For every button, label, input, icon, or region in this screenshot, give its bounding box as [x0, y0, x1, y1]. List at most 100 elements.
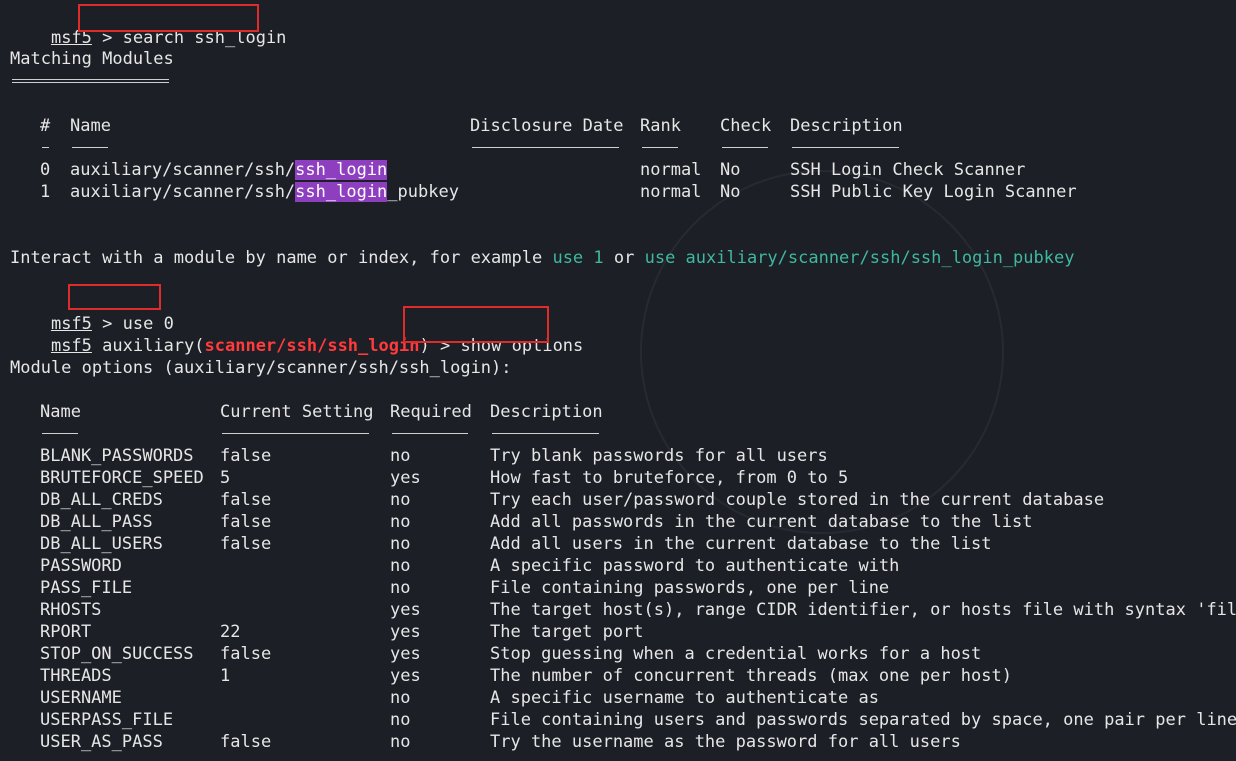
option-setting: false — [220, 732, 272, 752]
option-setting: 22 — [220, 622, 241, 642]
option-setting: 5 — [220, 468, 231, 488]
underline-name — [72, 147, 108, 148]
prompt-line-use: msf5 > use 0 — [10, 291, 174, 334]
hint-command-name: use auxiliary/scanner/ssh/ssh_login_pubk… — [644, 248, 1075, 268]
underline-description — [792, 147, 899, 148]
option-required: yes — [390, 666, 421, 686]
search-col-index: # — [40, 116, 51, 136]
option-description: Try the username as the password for all… — [490, 732, 961, 752]
option-required: no — [390, 446, 411, 466]
option-setting: false — [220, 490, 272, 510]
underline-rank — [642, 147, 678, 148]
search-col-rank: Rank — [640, 116, 681, 136]
option-name: DB_ALL_PASS — [40, 512, 153, 532]
option-description: Try each user/password couple stored in … — [490, 490, 1105, 510]
matching-modules-title: Matching Modules — [10, 49, 174, 69]
option-required: no — [390, 688, 411, 708]
option-required: yes — [390, 644, 421, 664]
option-name: USER_AS_PASS — [40, 732, 163, 752]
row-index: 1 — [40, 182, 51, 202]
option-description: Try blank passwords for all users — [490, 446, 828, 466]
option-description: File containing passwords, one per line — [490, 578, 890, 598]
option-description: How fast to bruteforce, from 0 to 5 — [490, 468, 849, 488]
option-description: Add all passwords in the current databas… — [490, 512, 1033, 532]
option-description: The number of concurrent threads (max on… — [490, 666, 1012, 686]
option-description: The target host(s), range CIDR identifie… — [490, 600, 1236, 620]
options-col-current-setting: Current Setting — [220, 402, 374, 422]
title-double-underline — [12, 79, 169, 83]
search-match-highlight: ssh_login — [295, 182, 388, 202]
option-required: yes — [390, 600, 421, 620]
row-index: 0 — [40, 160, 51, 180]
underline-opt-required — [392, 433, 468, 434]
option-name: BLANK_PASSWORDS — [40, 446, 194, 466]
search-col-name: Name — [70, 116, 111, 136]
module-options-title: Module options (auxiliary/scanner/ssh/ss… — [10, 358, 512, 378]
option-description: A specific username to authenticate as — [490, 688, 879, 708]
row-check: No — [720, 160, 741, 180]
option-required: no — [390, 710, 411, 730]
prompt-line-show-options: msf5 auxiliary(scanner/ssh/ssh_login) > … — [50, 336, 584, 356]
option-name: USERNAME — [40, 688, 122, 708]
row-module-name: auxiliary/scanner/ssh/ssh_login — [70, 160, 388, 180]
underline-index — [42, 147, 49, 148]
row-description: SSH Login Check Scanner — [790, 160, 1026, 180]
underline-date — [472, 147, 619, 148]
option-description: File containing users and passwords sepa… — [490, 710, 1236, 730]
row-check: No — [720, 182, 741, 202]
row-rank: normal — [640, 182, 702, 202]
active-module-name: scanner/ssh/ssh_login — [204, 336, 420, 356]
search-col-description: Description — [790, 116, 903, 136]
search-match-highlight: ssh_login — [295, 160, 388, 180]
prompt-arrow: > — [439, 336, 451, 356]
underline-opt-name — [42, 433, 78, 434]
option-required: no — [390, 556, 411, 576]
option-name: DB_ALL_CREDS — [40, 490, 163, 510]
underline-check — [722, 147, 768, 148]
underline-opt-description — [492, 433, 599, 434]
option-required: yes — [390, 622, 421, 642]
command-show-options: show options — [460, 336, 584, 356]
option-required: yes — [390, 468, 421, 488]
options-col-required: Required — [390, 402, 472, 422]
option-setting: false — [220, 644, 272, 664]
option-required: no — [390, 732, 411, 752]
option-description: A specific password to authenticate with — [490, 556, 900, 576]
option-name: BRUTEFORCE_SPEED — [40, 468, 204, 488]
option-setting: false — [220, 512, 272, 532]
underline-opt-setting — [222, 433, 369, 434]
option-required: no — [390, 534, 411, 554]
command-search: search ssh_login — [122, 28, 287, 48]
row-module-name: auxiliary/scanner/ssh/ssh_login_pubkey — [70, 182, 459, 202]
row-description: SSH Public Key Login Scanner — [790, 182, 1077, 202]
option-name: PASSWORD — [40, 556, 122, 576]
option-required: no — [390, 512, 411, 532]
prompt-line-search: msf5 > search ssh_login — [10, 5, 286, 48]
hint-command-index: use 1 — [552, 248, 604, 268]
option-description: Stop guessing when a credential works fo… — [490, 644, 982, 664]
option-name: USERPASS_FILE — [40, 710, 174, 730]
option-setting: 1 — [220, 666, 231, 686]
row-rank: normal — [640, 160, 702, 180]
prompt-label: msf5 — [50, 28, 92, 48]
option-description: Add all users in the current database to… — [490, 534, 992, 554]
option-name: THREADS — [40, 666, 112, 686]
option-name: RPORT — [40, 622, 92, 642]
options-col-name: Name — [40, 402, 81, 422]
options-col-description: Description — [490, 402, 603, 422]
prompt-label: msf5 — [50, 336, 92, 356]
option-required: no — [390, 578, 411, 598]
option-name: DB_ALL_USERS — [40, 534, 163, 554]
option-name: STOP_ON_SUCCESS — [40, 644, 194, 664]
option-description: The target port — [490, 622, 644, 642]
prompt-arrow: > — [102, 28, 113, 48]
option-name: PASS_FILE — [40, 578, 133, 598]
search-col-check: Check — [720, 116, 772, 136]
option-required: no — [390, 490, 411, 510]
option-name: RHOSTS — [40, 600, 102, 620]
interact-hint: Interact with a module by name or index,… — [10, 248, 1075, 268]
search-col-date: Disclosure Date — [470, 116, 624, 136]
option-setting: false — [220, 446, 272, 466]
option-setting: false — [220, 534, 272, 554]
terminal-window[interactable]: msf5 > search ssh_login Matching Modules… — [0, 0, 1236, 761]
